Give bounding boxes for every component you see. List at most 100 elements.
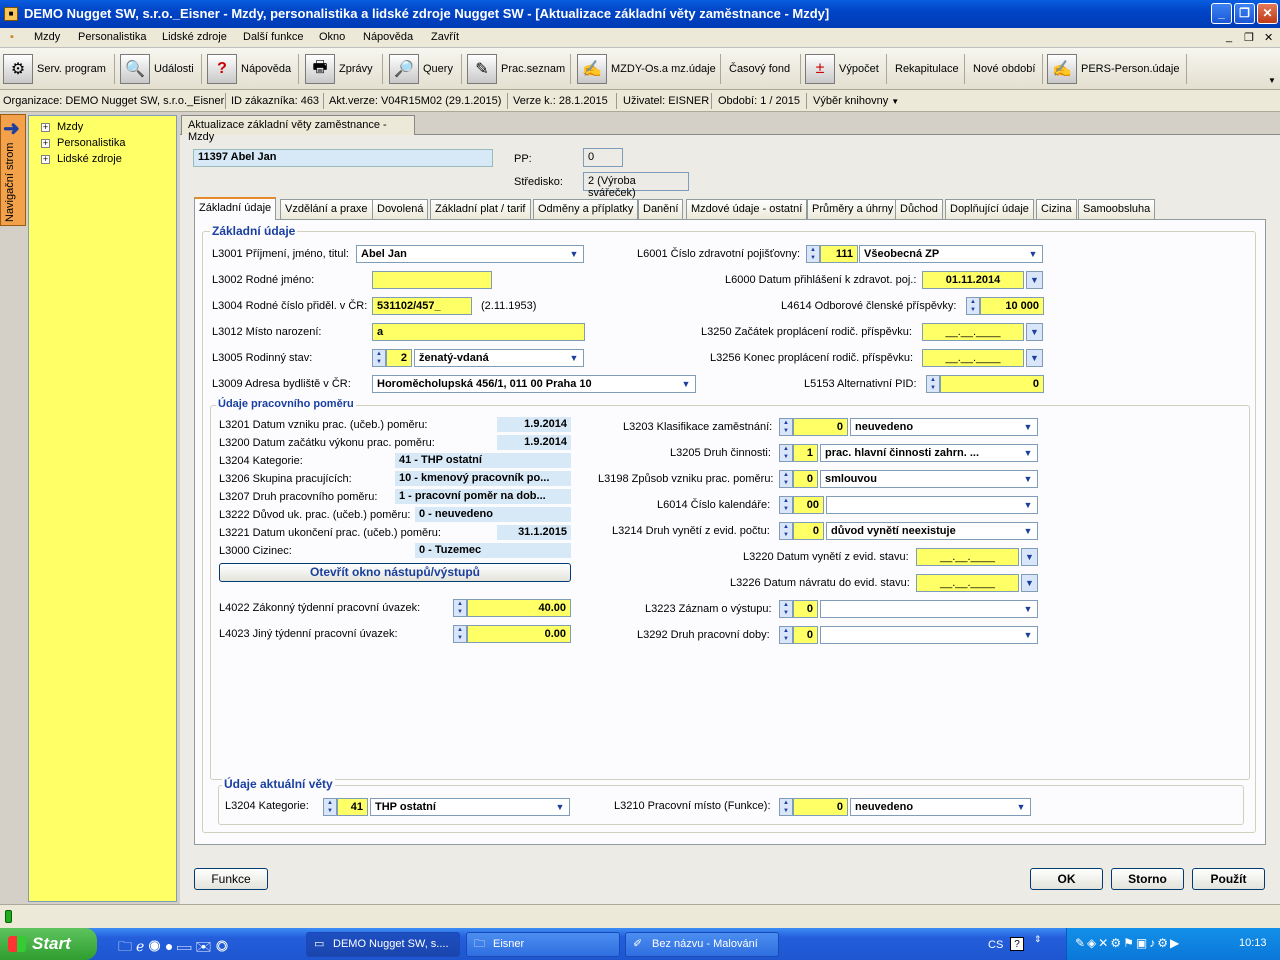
- l6000-calendar-button[interactable]: ▼: [1026, 271, 1043, 289]
- pouzit-button[interactable]: Použít: [1192, 868, 1265, 890]
- nove-obdobi-button[interactable]: Nové období: [973, 51, 1035, 87]
- open-nastupy-vystupy-button[interactable]: Otevřít okno nástupů/výstupů: [219, 563, 571, 582]
- mzdy-os-button[interactable]: ✍ MZDY-Os.a mz.údaje: [577, 51, 716, 87]
- l4022-input[interactable]: 40.00: [467, 599, 571, 617]
- l3214-spinner[interactable]: ▲ ▼: [779, 522, 793, 540]
- l3214-code[interactable]: 0: [793, 522, 824, 540]
- napoveda-button[interactable]: ? Nápověda: [207, 51, 291, 87]
- l3004-input[interactable]: 531102/457_: [372, 297, 472, 315]
- help-tray-icon[interactable]: ?: [1010, 937, 1024, 951]
- l4023-input[interactable]: 0.00: [467, 625, 571, 643]
- query-button[interactable]: 🔎 Query: [389, 51, 453, 87]
- prac-seznam-button[interactable]: ✎ Prac.seznam: [467, 51, 565, 87]
- firefox-icon[interactable]: ●: [165, 938, 177, 954]
- l3214-select[interactable]: důvod vynětí neexistuje: [826, 522, 1038, 540]
- storno-button[interactable]: Storno: [1111, 868, 1184, 890]
- l3256-calendar-button[interactable]: ▼: [1026, 349, 1043, 367]
- l6001-select[interactable]: Všeobecná ZP: [859, 245, 1043, 263]
- l3205-spinner[interactable]: ▲ ▼: [779, 444, 793, 462]
- tree-item-lidske-zdroje[interactable]: + Lidské zdroje: [41, 153, 122, 165]
- l3223-select[interactable]: [820, 600, 1038, 618]
- funkce-button[interactable]: Funkce: [194, 868, 268, 890]
- tab-duchod[interactable]: Důchod: [895, 199, 943, 219]
- app-icon[interactable]: ▭: [177, 938, 195, 954]
- mdi-minimize-icon[interactable]: _: [1226, 31, 1232, 43]
- tray-icons[interactable]: ✎◈✕⚙⚑▣♪⚙▶: [1075, 936, 1181, 950]
- l3256-input[interactable]: __.__.____: [922, 349, 1024, 367]
- l3205-select[interactable]: prac. hlavní činnosti zahrn. ...: [820, 444, 1038, 462]
- start-button[interactable]: Start: [0, 928, 97, 960]
- l6014-spinner[interactable]: ▲ ▼: [779, 496, 793, 514]
- tab-zakladni-udaje[interactable]: Základní údaje: [194, 197, 277, 220]
- tree-item-mzdy[interactable]: + Mzdy: [41, 121, 83, 133]
- serv-program-button[interactable]: ⚙ Serv. program: [3, 51, 106, 87]
- maximize-button[interactable]: ❐: [1234, 3, 1255, 24]
- mdi-restore-icon[interactable]: ❐: [1244, 31, 1254, 44]
- akt-l3210-code[interactable]: 0: [793, 798, 848, 816]
- media-icon[interactable]: ◉: [148, 938, 165, 954]
- udalosti-button[interactable]: 🔍 Události: [120, 51, 194, 87]
- mail-icon[interactable]: ✉: [195, 938, 215, 954]
- expand-icon[interactable]: +: [41, 154, 50, 164]
- tab-daneni[interactable]: Danění: [638, 199, 684, 219]
- l3012-input[interactable]: a: [372, 323, 585, 341]
- l3005-select[interactable]: ženatý-vdaná: [414, 349, 584, 367]
- akt-l3204-select[interactable]: THP ostatní: [370, 798, 570, 816]
- folder-icon[interactable]: 🗀: [118, 938, 136, 954]
- l3205-code[interactable]: 1: [793, 444, 818, 462]
- toolbar-overflow-icon[interactable]: ▼: [1268, 76, 1276, 85]
- task-malovani[interactable]: ✐ Bez názvu - Malování: [625, 932, 779, 957]
- tray-expand-icon[interactable]: ⇕: [1034, 934, 1042, 945]
- l3198-code[interactable]: 0: [793, 470, 818, 488]
- l3223-code[interactable]: 0: [793, 600, 818, 618]
- l6014-code[interactable]: 00: [793, 496, 824, 514]
- casovy-fond-button[interactable]: Časový fond: [729, 51, 790, 87]
- l3226-input[interactable]: __.__.____: [916, 574, 1019, 592]
- tab-mzdove-udaje[interactable]: Mzdové údaje - ostatní: [686, 199, 808, 219]
- vypocet-button[interactable]: ± Výpočet: [805, 51, 879, 87]
- expand-icon[interactable]: +: [41, 122, 50, 132]
- l6001-spinner[interactable]: ▲ ▼: [806, 245, 820, 263]
- l5153-spinner[interactable]: ▲ ▼: [926, 375, 940, 393]
- pers-person-button[interactable]: ✍ PERS-Person.údaje: [1047, 51, 1179, 87]
- l3223-spinner[interactable]: ▲ ▼: [779, 600, 793, 618]
- l3292-code[interactable]: 0: [793, 626, 818, 644]
- expand-icon[interactable]: +: [41, 138, 50, 148]
- menu-zavrit[interactable]: Zavřít: [431, 31, 459, 43]
- player-icon[interactable]: ◎: [216, 938, 233, 954]
- tab-odmeny[interactable]: Odměny a příplatky: [533, 199, 639, 219]
- ok-button[interactable]: OK: [1030, 868, 1103, 890]
- l4614-input[interactable]: 10 000: [980, 297, 1044, 315]
- menu-mzdy[interactable]: Mzdy: [34, 31, 60, 43]
- l3250-calendar-button[interactable]: ▼: [1026, 323, 1043, 341]
- task-demo-nugget[interactable]: ▭ DEMO Nugget SW, s....: [306, 932, 460, 957]
- l3005-code[interactable]: 2: [386, 349, 412, 367]
- l3292-spinner[interactable]: ▲ ▼: [779, 626, 793, 644]
- close-button[interactable]: ✕: [1257, 3, 1278, 24]
- akt-l3210-select[interactable]: neuvedeno: [850, 798, 1031, 816]
- tab-zakladni-plat[interactable]: Základní plat / tarif: [430, 199, 531, 219]
- menu-dalsi-funkce[interactable]: Další funkce: [243, 31, 304, 43]
- l6000-input[interactable]: 01.11.2014: [922, 271, 1024, 289]
- tab-dovolena[interactable]: Dovolená: [372, 199, 429, 219]
- akt-l3210-spinner[interactable]: ▲ ▼: [779, 798, 793, 816]
- menu-okno[interactable]: Okno: [319, 31, 345, 43]
- tab-samoobsluha[interactable]: Samoobsluha: [1078, 199, 1156, 219]
- l4614-spinner[interactable]: ▲ ▼: [966, 297, 980, 315]
- l3203-select[interactable]: neuvedeno: [850, 418, 1038, 436]
- tab-cizina[interactable]: Cizina: [1036, 199, 1077, 219]
- language-indicator[interactable]: CS: [988, 939, 1003, 951]
- akt-l3204-spinner[interactable]: ▲ ▼: [323, 798, 337, 816]
- l3005-spinner[interactable]: ▲ ▼: [372, 349, 386, 367]
- l3009-select[interactable]: Horoměcholupská 456/1, 011 00 Praha 10: [372, 375, 696, 393]
- l3220-input[interactable]: __.__.____: [916, 548, 1019, 566]
- l6014-select[interactable]: [826, 496, 1038, 514]
- l3203-spinner[interactable]: ▲ ▼: [779, 418, 793, 436]
- akt-l3204-code[interactable]: 41: [337, 798, 368, 816]
- l3226-calendar-button[interactable]: ▼: [1021, 574, 1038, 592]
- browser-icon[interactable]: ℯ: [136, 938, 148, 954]
- menu-napoveda[interactable]: Nápověda: [363, 31, 413, 43]
- l6001-code[interactable]: 111: [820, 245, 858, 263]
- l4022-spinner[interactable]: ▲ ▼: [453, 599, 467, 617]
- minimize-button[interactable]: _: [1211, 3, 1232, 24]
